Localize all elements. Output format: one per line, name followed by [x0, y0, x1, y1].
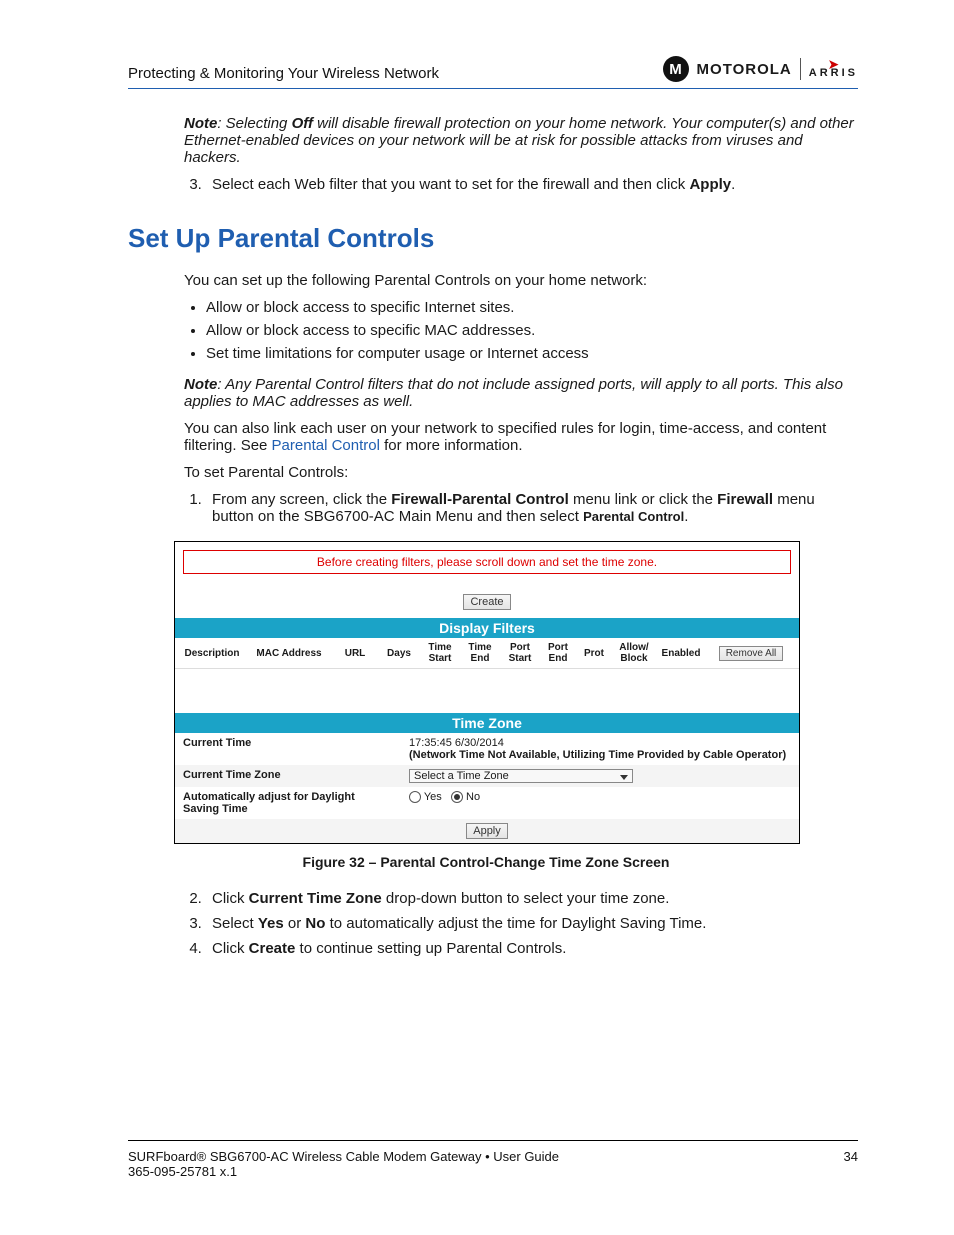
step-3: Select each Web filter that you want to … — [206, 176, 858, 193]
current-time-value: 17:35:45 6/30/2014 (Network Time Not Ava… — [401, 733, 799, 765]
remove-all-button[interactable]: Remove All — [719, 646, 784, 661]
timezone-bar: Time Zone — [175, 713, 799, 733]
page-footer: SURFboard® SBG6700-AC Wireless Cable Mod… — [128, 1140, 858, 1179]
note-off: Note: Selecting Off will disable firewal… — [184, 115, 858, 166]
create-button[interactable]: Create — [463, 594, 510, 610]
intro-steps: Select each Web filter that you want to … — [184, 176, 858, 193]
step-3b: Select Yes or No to automatically adjust… — [206, 915, 858, 932]
current-tz-label: Current Time Zone — [175, 765, 401, 787]
step-4: Click Create to continue setting up Pare… — [206, 940, 858, 957]
timezone-table: Current Time 17:35:45 6/30/2014 (Network… — [175, 733, 799, 843]
footer-docnum: 365-095-25781 x.1 — [128, 1164, 858, 1179]
brand-block: M MOTOROLA ➤ ARRIS — [663, 56, 858, 82]
col-enabled: Enabled — [659, 648, 703, 659]
timezone-select[interactable]: Select a Time Zone — [409, 769, 633, 783]
col-url: URL — [335, 648, 375, 659]
dst-yes-radio[interactable] — [409, 791, 421, 803]
col-description: Description — [181, 648, 243, 659]
bullet-item: Allow or block access to specific MAC ad… — [206, 322, 858, 339]
motorola-logo-icon: M — [663, 56, 689, 82]
step-1: From any screen, click the Firewall-Pare… — [206, 491, 858, 525]
dst-no-radio[interactable] — [451, 791, 463, 803]
dst-radios: Yes No — [401, 787, 799, 819]
step-2: Click Current Time Zone drop-down button… — [206, 890, 858, 907]
to-set-paragraph: To set Parental Controls: — [184, 464, 858, 481]
footer-title: SURFboard® SBG6700-AC Wireless Cable Mod… — [128, 1149, 559, 1164]
col-days: Days — [381, 648, 417, 659]
current-time-label: Current Time — [175, 733, 401, 765]
arris-logo: ➤ ARRIS — [809, 60, 858, 78]
section-heading: Set Up Parental Controls — [128, 223, 858, 254]
parental-control-link[interactable]: Parental Control — [272, 437, 380, 454]
col-time-start: Time Start — [423, 642, 457, 664]
col-mac: MAC Address — [249, 648, 329, 659]
col-port-start: Port Start — [503, 642, 537, 664]
col-allow-block: Allow/ Block — [615, 642, 653, 664]
motorola-text: MOTOROLA — [697, 61, 792, 78]
procedure-steps-cont: Click Current Time Zone drop-down button… — [184, 890, 858, 957]
bullet-item: Allow or block access to specific Intern… — [206, 299, 858, 316]
bullet-item: Set time limitations for computer usage … — [206, 345, 858, 362]
dst-label: Automatically adjust for Daylight Saving… — [175, 787, 401, 819]
col-prot: Prot — [579, 648, 609, 659]
link-paragraph: You can also link each user on your netw… — [184, 420, 858, 454]
col-port-end: Port End — [543, 642, 573, 664]
parental-control-screenshot: Before creating filters, please scroll d… — [174, 541, 800, 844]
procedure-steps: From any screen, click the Firewall-Pare… — [184, 491, 858, 525]
intro-paragraph: You can set up the following Parental Co… — [184, 272, 858, 289]
arris-text: ARRIS — [809, 68, 858, 78]
breadcrumb: Protecting & Monitoring Your Wireless Ne… — [128, 65, 439, 82]
col-time-end: Time End — [463, 642, 497, 664]
figure-caption: Figure 32 – Parental Control-Change Time… — [174, 854, 798, 870]
page-number: 34 — [844, 1149, 858, 1164]
capability-list: Allow or block access to specific Intern… — [184, 299, 858, 362]
apply-button[interactable]: Apply — [466, 823, 508, 839]
timezone-warning: Before creating filters, please scroll d… — [183, 550, 791, 574]
divider — [800, 58, 801, 80]
note-ports: Note: Any Parental Control filters that … — [184, 376, 858, 410]
display-filters-bar: Display Filters — [175, 618, 799, 638]
filters-header-row: Description MAC Address URL Days Time St… — [175, 638, 799, 669]
page-header: Protecting & Monitoring Your Wireless Ne… — [128, 56, 858, 89]
